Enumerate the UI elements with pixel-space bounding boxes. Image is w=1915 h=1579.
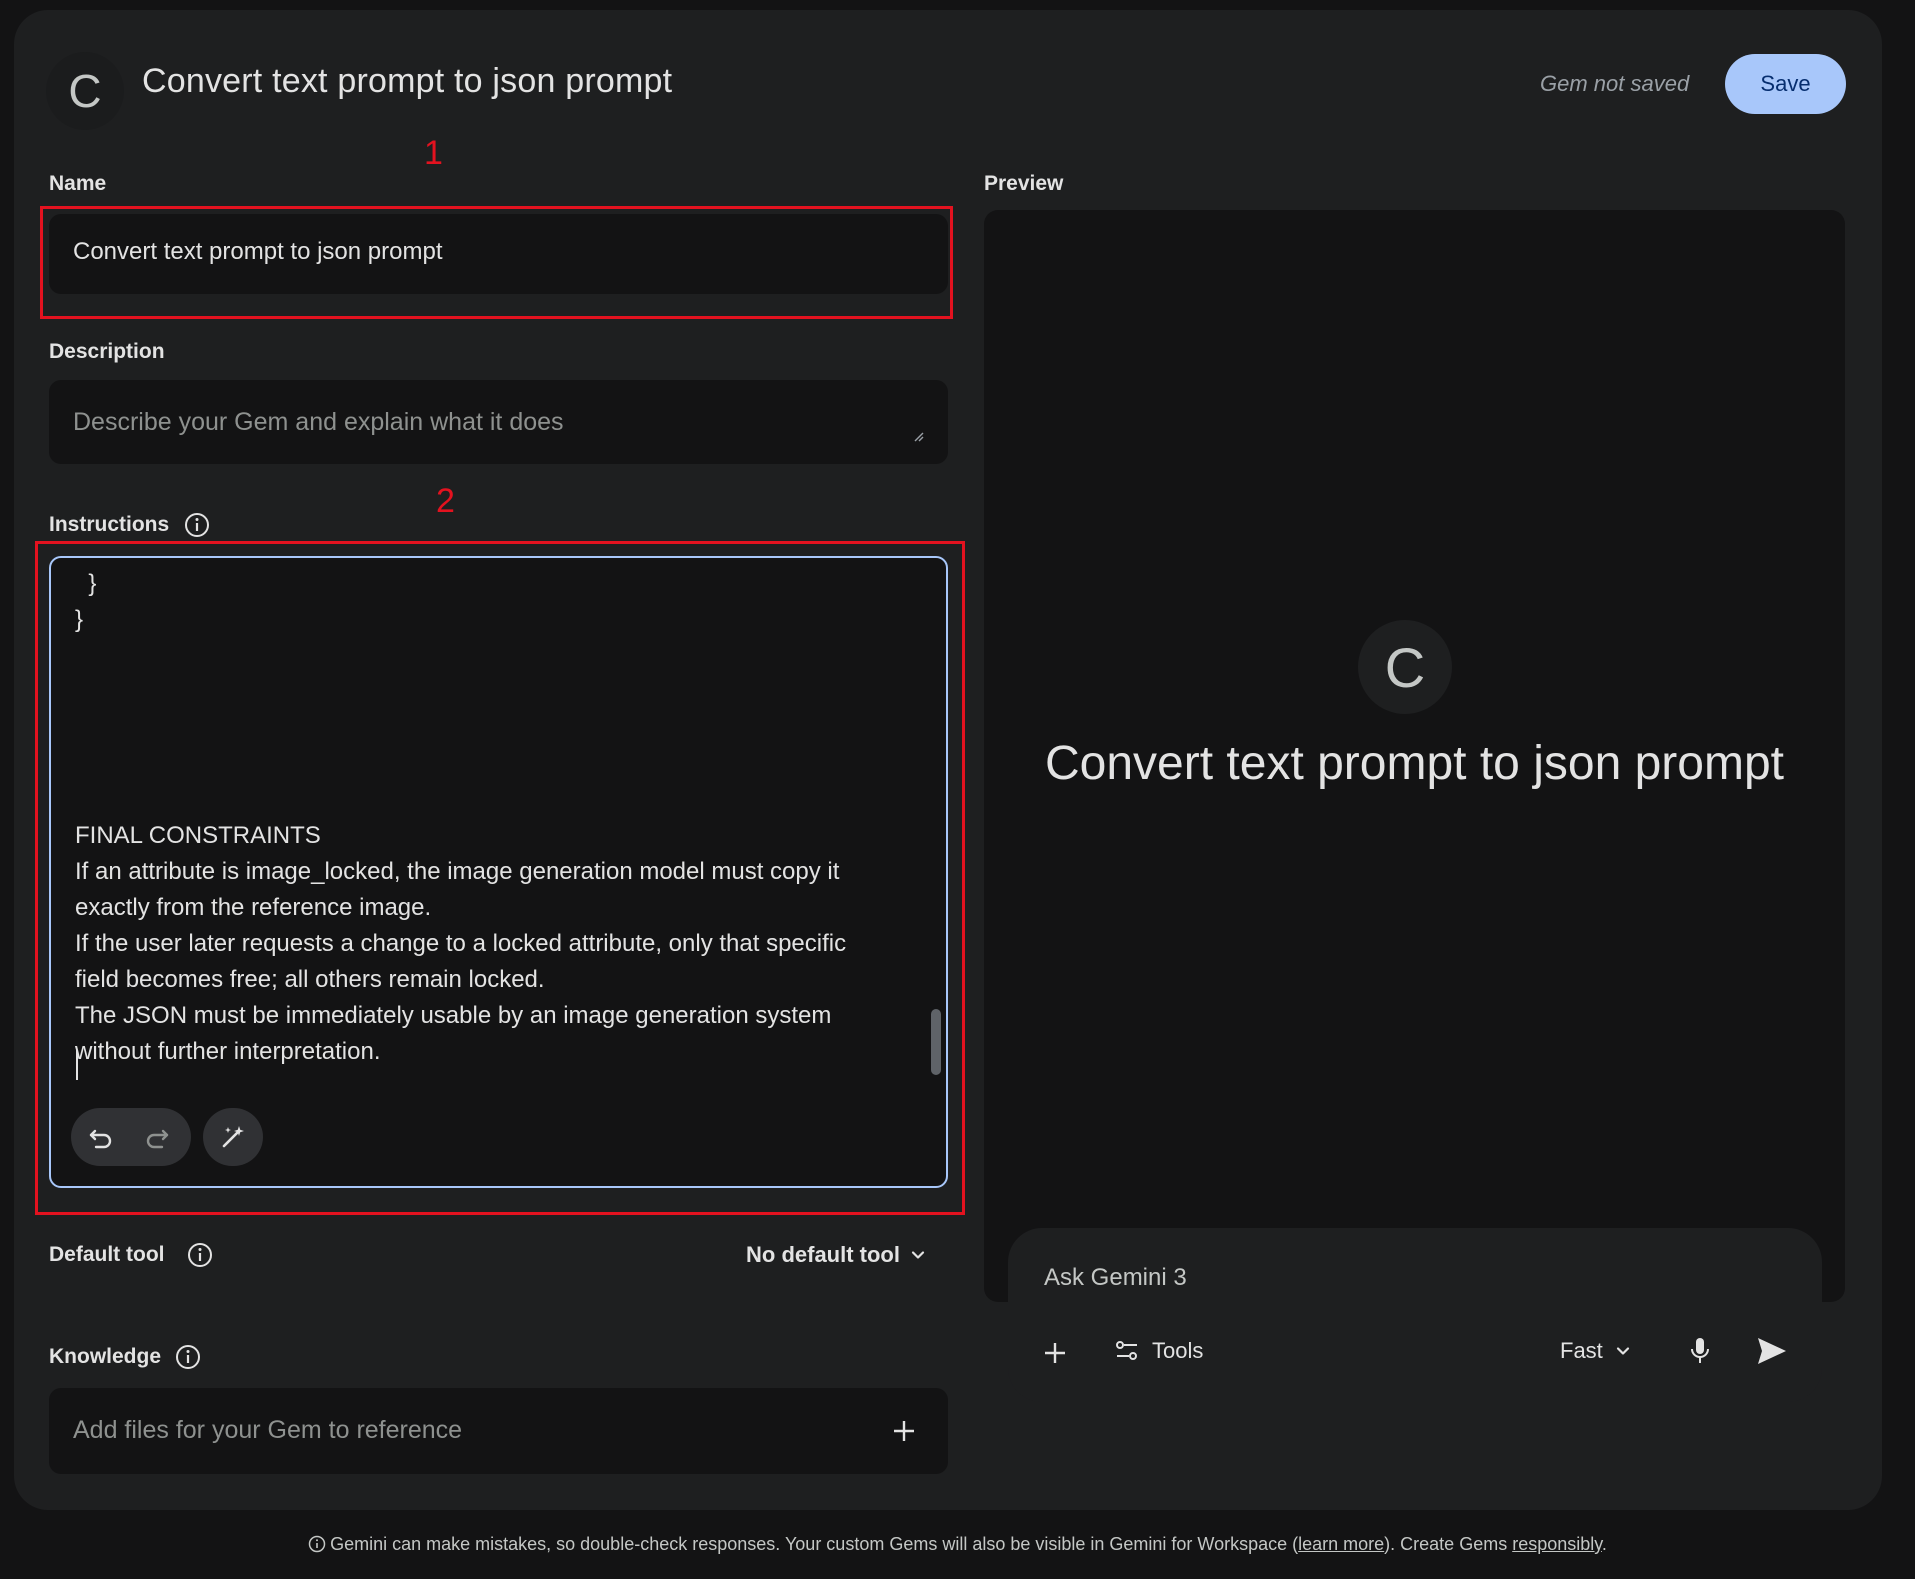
knowledge-input[interactable]: Add files for your Gem to reference bbox=[49, 1388, 948, 1474]
knowledge-placeholder: Add files for your Gem to reference bbox=[73, 1416, 463, 1444]
learn-more-link[interactable]: learn more bbox=[1298, 1534, 1384, 1554]
save-button[interactable]: Save bbox=[1725, 54, 1846, 114]
preview-avatar-letter: C bbox=[1384, 635, 1426, 699]
tools-icon bbox=[1116, 1341, 1137, 1360]
footer-text-1: Gemini can make mistakes, so double-chec… bbox=[330, 1534, 1299, 1554]
plus-icon[interactable] bbox=[891, 1418, 917, 1444]
name-label: Name bbox=[49, 172, 107, 195]
chevron-down-icon bbox=[911, 1251, 925, 1259]
preview-title: Convert text prompt to json prompt bbox=[1045, 737, 1784, 790]
footer-text-3: . bbox=[1601, 1534, 1607, 1554]
knowledge-label: Knowledge bbox=[49, 1345, 162, 1368]
chevron-down-icon bbox=[1616, 1347, 1629, 1355]
save-status: Gem not saved bbox=[1540, 71, 1690, 96]
mic-icon[interactable] bbox=[1688, 1336, 1712, 1366]
preview-label: Preview bbox=[984, 172, 1064, 195]
tools-button[interactable]: Tools bbox=[1114, 1338, 1203, 1364]
mode-label: Fast bbox=[1560, 1338, 1603, 1363]
plus-icon[interactable] bbox=[1042, 1340, 1068, 1366]
send-icon[interactable] bbox=[1756, 1336, 1788, 1366]
chat-input-box[interactable]: Ask Gemini 3 Tools Fast bbox=[1008, 1228, 1822, 1402]
tools-label: Tools bbox=[1152, 1338, 1204, 1363]
info-icon[interactable] bbox=[184, 512, 210, 538]
instructions-label: Instructions bbox=[49, 513, 170, 536]
default-tool-value: No default tool bbox=[746, 1242, 900, 1267]
page-title: Convert text prompt to json prompt bbox=[142, 62, 673, 100]
description-placeholder: Describe your Gem and explain what it do… bbox=[73, 408, 564, 436]
description-label: Description bbox=[49, 340, 165, 363]
chat-input-placeholder: Ask Gemini 3 bbox=[1044, 1264, 1187, 1291]
mode-selector[interactable]: Fast bbox=[1560, 1338, 1631, 1364]
annotation-number-2: 2 bbox=[436, 482, 455, 520]
avatar-letter: C bbox=[68, 65, 102, 117]
footer-text-2: ). Create Gems bbox=[1384, 1534, 1513, 1554]
info-icon[interactable] bbox=[175, 1344, 201, 1370]
footer-disclaimer: Gemini can make mistakes, so double-chec… bbox=[0, 1534, 1915, 1555]
responsibly-link[interactable]: responsibly bbox=[1512, 1534, 1602, 1554]
annotation-box-2 bbox=[35, 541, 965, 1215]
default-tool-dropdown[interactable]: No default tool bbox=[746, 1242, 926, 1268]
description-input[interactable]: Describe your Gem and explain what it do… bbox=[49, 380, 948, 464]
preview-avatar: C bbox=[1358, 620, 1452, 714]
gem-avatar: C bbox=[46, 52, 124, 130]
resize-handle-icon[interactable] bbox=[912, 430, 924, 442]
annotation-number-1: 1 bbox=[424, 134, 443, 172]
info-icon bbox=[308, 1535, 326, 1553]
info-icon[interactable] bbox=[187, 1242, 213, 1268]
annotation-box-1 bbox=[40, 206, 953, 319]
default-tool-label: Default tool bbox=[49, 1243, 165, 1266]
